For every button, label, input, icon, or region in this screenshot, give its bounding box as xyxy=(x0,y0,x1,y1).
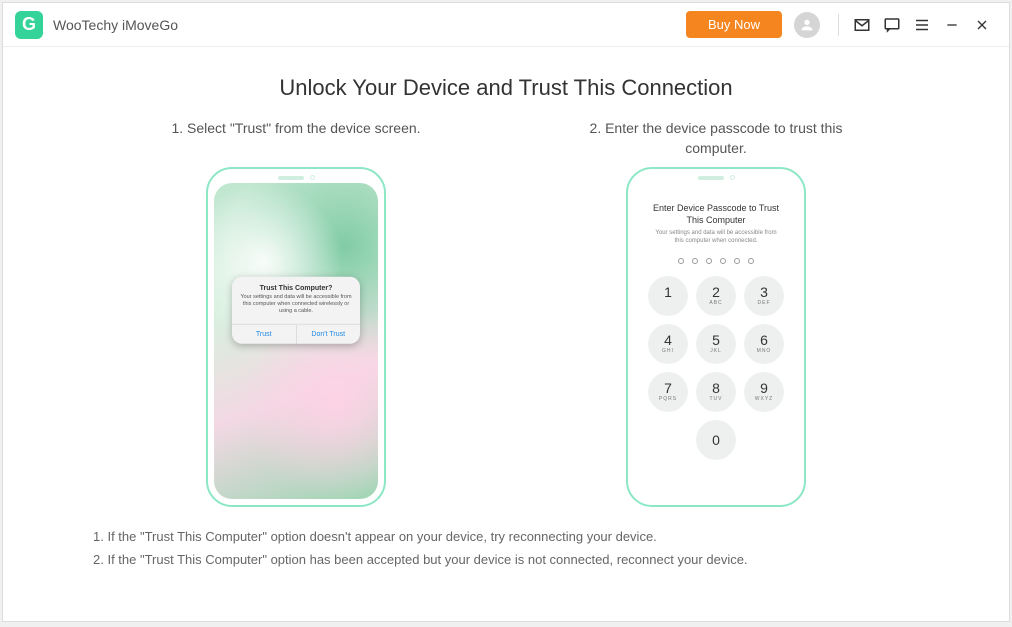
step-1-label: 1. Select "Trust" from the device screen… xyxy=(146,119,446,159)
phone-notch xyxy=(628,175,804,180)
key-4[interactable]: 4GHI xyxy=(648,324,688,364)
page-title: Unlock Your Device and Trust This Connec… xyxy=(63,75,949,101)
steps-row: 1. Select "Trust" from the device screen… xyxy=(63,119,949,507)
passcode-title: Enter Device Passcode to Trust This Comp… xyxy=(644,203,788,226)
key-0[interactable]: 0 xyxy=(696,420,736,460)
passcode-subtitle: Your settings and data will be accessibl… xyxy=(644,230,788,246)
key-1[interactable]: 1 xyxy=(648,276,688,316)
step-2: 2. Enter the device passcode to trust th… xyxy=(566,119,866,507)
key-8[interactable]: 8TUV xyxy=(696,372,736,412)
app-window: G WooTechy iMoveGo Buy Now Unlock Your D… xyxy=(2,2,1010,622)
logo-letter: G xyxy=(22,14,36,35)
step-2-label: 2. Enter the device passcode to trust th… xyxy=(566,119,866,159)
phone-mock-passcode: Enter Device Passcode to Trust This Comp… xyxy=(626,167,806,507)
keypad: 1 2ABC 3DEF 4GHI 5JKL 6MNO 7PQRS 8TUV 9W… xyxy=(648,276,784,460)
trust-alert: Trust This Computer? Your settings and d… xyxy=(232,277,360,343)
close-icon[interactable] xyxy=(971,14,993,36)
trust-alert-title: Trust This Computer? xyxy=(232,277,360,294)
key-7[interactable]: 7PQRS xyxy=(648,372,688,412)
phone-mock-trust: Trust This Computer? Your settings and d… xyxy=(206,167,386,507)
note-2: 2. If the "Trust This Computer" option h… xyxy=(93,548,949,571)
note-1: 1. If the "Trust This Computer" option d… xyxy=(93,525,949,548)
passcode-dots xyxy=(678,258,754,264)
app-title: WooTechy iMoveGo xyxy=(53,17,178,33)
titlebar: G WooTechy iMoveGo Buy Now xyxy=(3,3,1009,47)
key-6[interactable]: 6MNO xyxy=(744,324,784,364)
key-2[interactable]: 2ABC xyxy=(696,276,736,316)
key-5[interactable]: 5JKL xyxy=(696,324,736,364)
key-9[interactable]: 9WXYZ xyxy=(744,372,784,412)
key-3[interactable]: 3DEF xyxy=(744,276,784,316)
passcode-screen: Enter Device Passcode to Trust This Comp… xyxy=(634,183,798,499)
trust-alert-body: Your settings and data will be accessibl… xyxy=(232,294,360,323)
feedback-icon[interactable] xyxy=(881,14,903,36)
menu-icon[interactable] xyxy=(911,14,933,36)
content-area: Unlock Your Device and Trust This Connec… xyxy=(3,47,1009,621)
minimize-icon[interactable] xyxy=(941,14,963,36)
phone-notch xyxy=(208,175,384,180)
dont-trust-button[interactable]: Don't Trust xyxy=(297,324,361,343)
separator xyxy=(838,14,839,36)
trust-button[interactable]: Trust xyxy=(232,324,297,343)
buy-now-button[interactable]: Buy Now xyxy=(686,11,782,38)
step-1: 1. Select "Trust" from the device screen… xyxy=(146,119,446,507)
footer-notes: 1. If the "Trust This Computer" option d… xyxy=(63,525,949,572)
mail-icon[interactable] xyxy=(851,14,873,36)
user-avatar-icon[interactable] xyxy=(794,12,820,38)
app-logo: G xyxy=(15,11,43,39)
